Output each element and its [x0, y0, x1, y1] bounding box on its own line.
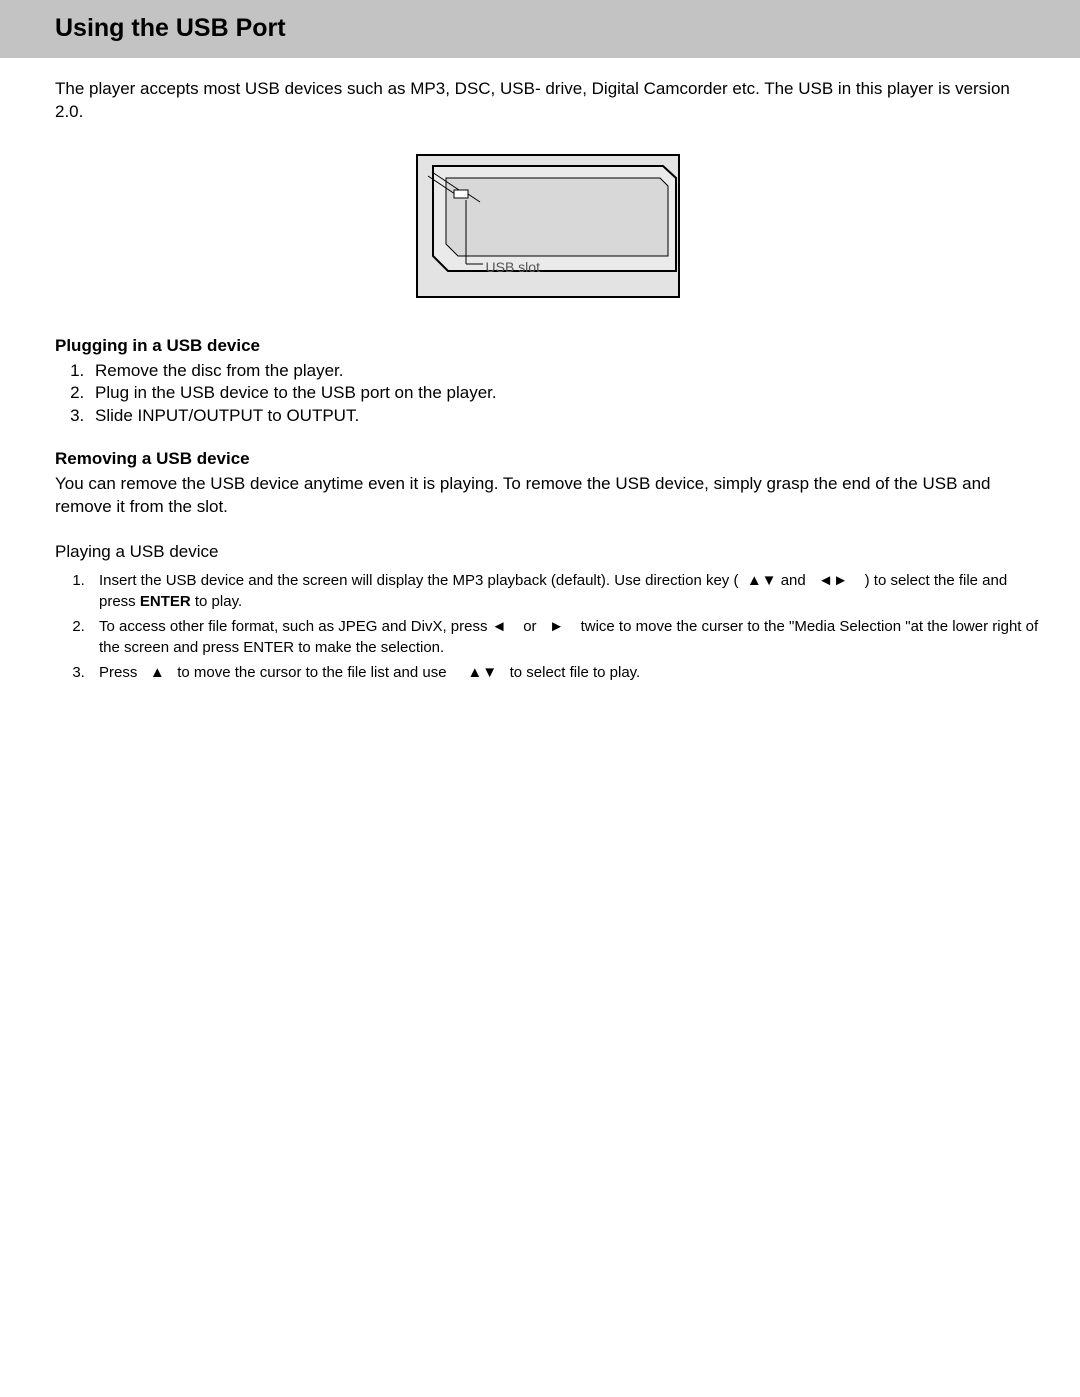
- removing-title: Removing a USB device: [55, 448, 1040, 471]
- enter-key: ENTER: [140, 593, 191, 610]
- usb-slot-diagram: USB slot: [416, 154, 680, 298]
- list-item: Press ▲ to move the cursor to the file l…: [89, 662, 1040, 683]
- removing-section: Removing a USB device You can remove the…: [55, 448, 1040, 519]
- playing-title: Playing a USB device: [55, 541, 1040, 564]
- list-item: Insert the USB device and the screen wil…: [89, 570, 1040, 612]
- list-item: Remove the disc from the player.: [89, 360, 1040, 383]
- text: To access other file format, such as JPE…: [99, 618, 492, 635]
- list-item: Plug in the USB device to the USB port o…: [89, 382, 1040, 405]
- page-content: The player accepts most USB devices such…: [0, 58, 1080, 683]
- diagram-container: USB slot: [55, 154, 1040, 305]
- plugging-list: Remove the disc from the player. Plug in…: [55, 360, 1040, 429]
- removing-text: You can remove the USB device anytime ev…: [55, 473, 1040, 519]
- text: Insert the USB device and the screen wil…: [99, 572, 738, 589]
- text: to move the cursor to the file list and …: [177, 664, 446, 681]
- left-icon: ◄: [492, 618, 507, 635]
- up-icon: ▲: [150, 664, 165, 681]
- diagram-label: USB slot: [486, 258, 540, 277]
- up-down-icon: ▲▼: [467, 664, 497, 681]
- up-down-icon: ▲▼: [747, 572, 777, 589]
- left-right-icon: ◄►: [818, 572, 848, 589]
- text: Press: [99, 664, 137, 681]
- list-item: Slide INPUT/OUTPUT to OUTPUT.: [89, 405, 1040, 428]
- list-item: To access other file format, such as JPE…: [89, 616, 1040, 658]
- page-title: Using the USB Port: [55, 12, 1040, 46]
- right-icon: ►: [549, 618, 564, 635]
- text: or: [523, 618, 536, 635]
- page-header: Using the USB Port: [0, 0, 1080, 58]
- playing-list: Insert the USB device and the screen wil…: [55, 570, 1040, 683]
- text: to select file to play.: [510, 664, 641, 681]
- text: to play.: [191, 593, 242, 610]
- plugging-section: Plugging in a USB device Remove the disc…: [55, 335, 1040, 429]
- plugging-title: Plugging in a USB device: [55, 335, 1040, 358]
- text: and: [781, 572, 806, 589]
- intro-text: The player accepts most USB devices such…: [55, 78, 1040, 124]
